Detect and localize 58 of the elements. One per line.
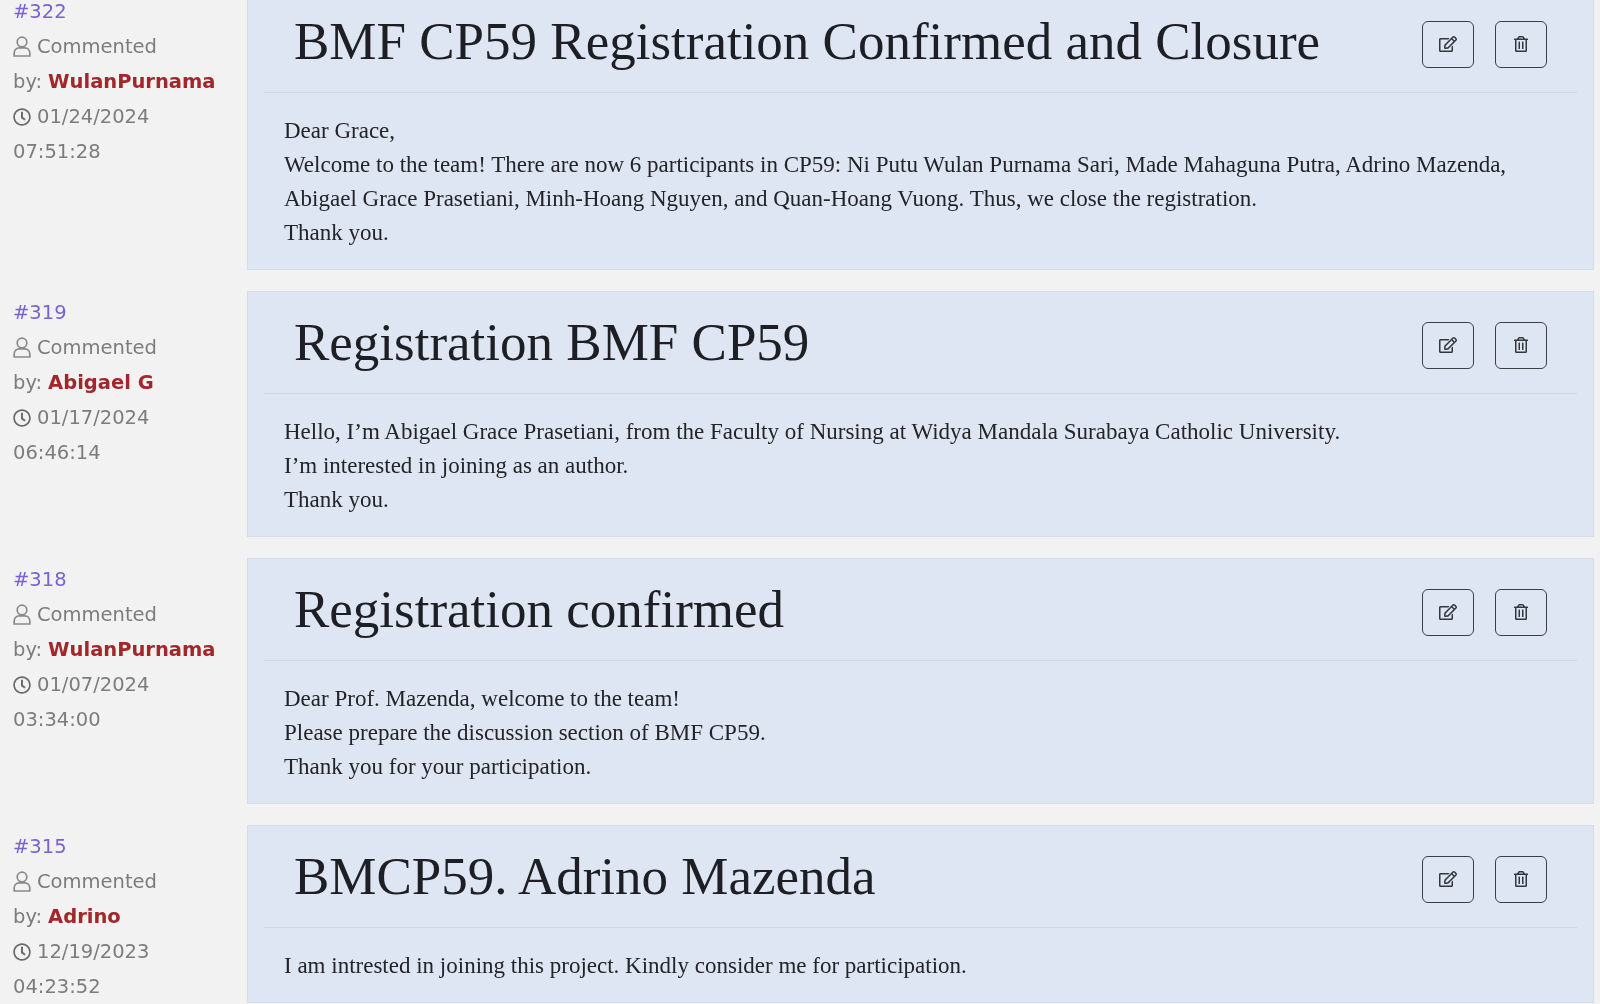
comment-number-link[interactable]: #318 xyxy=(13,568,67,591)
by-label: by: xyxy=(13,905,43,928)
delete-button[interactable] xyxy=(1495,588,1547,636)
comment-paragraph: Thank you for your participation. xyxy=(284,753,593,781)
edit-button[interactable] xyxy=(1422,20,1474,68)
edit-button[interactable] xyxy=(1422,855,1474,903)
comment-time: 04:23:52 xyxy=(13,975,101,998)
comment-number-link[interactable]: #319 xyxy=(13,301,67,324)
comment-number-link[interactable]: #322 xyxy=(13,0,67,23)
comment-date: 01/17/2024 xyxy=(37,406,150,429)
author-link[interactable]: WulanPurnama xyxy=(48,70,216,93)
comment-paragraph: Dear Prof. Mazenda, welcome to the team! xyxy=(284,685,681,713)
trash-icon xyxy=(1513,36,1529,52)
person-icon xyxy=(13,604,31,625)
person-icon xyxy=(13,871,31,892)
trash-icon xyxy=(1513,337,1529,353)
comment-number-link[interactable]: #315 xyxy=(13,835,67,858)
by-label: by: xyxy=(13,371,43,394)
comment-paragraph: I’m interested in joining as an author. xyxy=(284,452,630,480)
clock-icon xyxy=(13,408,31,427)
comment-title: BMF CP59 Registration Confirmed and Closure xyxy=(294,11,1321,71)
delete-button[interactable] xyxy=(1495,855,1547,903)
person-icon xyxy=(13,337,31,358)
clock-icon xyxy=(13,107,31,126)
edit-button[interactable] xyxy=(1422,321,1474,369)
delete-button[interactable] xyxy=(1495,20,1547,68)
commented-label: Commented xyxy=(37,336,157,359)
author-link[interactable]: Adrino xyxy=(48,905,121,928)
clock-icon xyxy=(13,942,31,961)
comment-paragraph: Please prepare the discussion section of BMF CP59. xyxy=(284,719,767,747)
comment-time: 03:34:00 xyxy=(13,708,101,731)
comment-title: Registration confirmed xyxy=(294,579,785,639)
person-icon xyxy=(13,36,31,57)
comment-date: 12/19/2023 xyxy=(37,940,150,963)
comment-time: 06:46:14 xyxy=(13,441,101,464)
comment-paragraph: Hello, I’m Abigael Grace Prasetiani, from the Faculty of Nursing at Widya Mandala Surabaya Catholic University. xyxy=(284,418,1342,446)
comment-time: 07:51:28 xyxy=(13,140,101,163)
author-link[interactable]: Abigael G xyxy=(48,371,154,394)
by-label: by: xyxy=(13,70,43,93)
comment-paragraph: Thank you. xyxy=(284,219,390,247)
commented-label: Commented xyxy=(37,870,157,893)
trash-icon xyxy=(1513,871,1529,887)
comment-paragraph: Welcome to the team! There are now 6 participants in CP59: Ni Putu Wulan Purnama Sari, Made Mahaguna Putra, Adrino Mazenda, Abigael Grace Prasetiani, Minh-Hoang Nguyen, and Quan-Hoang Vuong. Thus, we close the registration. xyxy=(284,151,1508,213)
clock-icon xyxy=(13,675,31,694)
commented-label: Commented xyxy=(37,603,157,626)
comment-date: 01/07/2024 xyxy=(37,673,150,696)
author-link[interactable]: WulanPurnama xyxy=(48,638,216,661)
comment-paragraph: I am intrested in joining this project. Kindly consider me for participation. xyxy=(284,952,968,980)
edit-button[interactable] xyxy=(1422,588,1474,636)
by-label: by: xyxy=(13,638,43,661)
comment-paragraph: Dear Grace, xyxy=(284,117,397,145)
trash-icon xyxy=(1513,604,1529,620)
delete-button[interactable] xyxy=(1495,321,1547,369)
comment-title: BMCP59. Adrino Mazenda xyxy=(294,846,876,906)
comment-title: Registration BMF CP59 xyxy=(294,312,810,372)
comment-date: 01/24/2024 xyxy=(37,105,150,128)
commented-label: Commented xyxy=(37,35,157,58)
comment-paragraph: Thank you. xyxy=(284,486,390,514)
